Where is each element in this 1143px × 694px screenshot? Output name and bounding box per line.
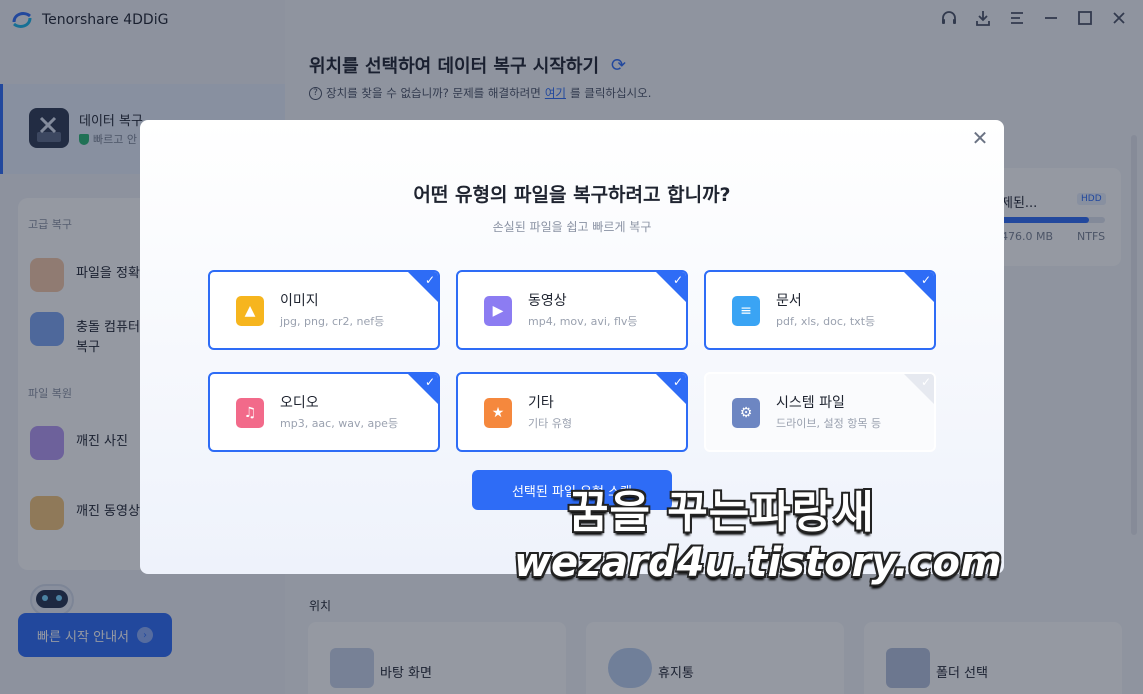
dialog-subtitle: 손실된 파일을 쉽고 빠르게 복구 <box>492 220 652 234</box>
file-type-name: 문서 <box>776 293 802 309</box>
file-type-desc: 기타 유형 <box>528 417 572 430</box>
file-type-desc: mp3, aac, wav, ape등 <box>280 417 399 430</box>
file-type-card-4[interactable]: ✓ ★ 기타기타 유형 <box>456 372 688 452</box>
file-type-name: 기타 <box>528 395 554 411</box>
file-type-desc: jpg, png, cr2, nef등 <box>280 315 385 328</box>
file-type-card-2[interactable]: ✓ ≡ 문서 pdf, xls, doc, txt등 <box>704 270 936 350</box>
watermark-title: 꿈을 꾸는파랑새 <box>568 487 875 538</box>
video-icon: ▶ <box>484 296 512 326</box>
check-icon: ✓ <box>920 375 931 389</box>
dialog-title: 어떤 유형의 파일을 복구하려고 합니까? <box>413 184 731 206</box>
check-icon: ✓ <box>920 273 931 287</box>
check-icon: ✓ <box>424 375 435 389</box>
document-icon: ≡ <box>732 296 760 326</box>
star-icon: ★ <box>484 398 512 428</box>
file-type-name: 시스템 파일 <box>776 395 845 411</box>
file-type-card-0[interactable]: ✓ ▲ 이미지 jpg, png, cr2, nef등 <box>208 270 440 350</box>
file-type-card-3[interactable]: ✓ ♫ 오디오 mp3, aac, wav, ape등 <box>208 372 440 452</box>
file-type-name: 오디오 <box>280 395 319 411</box>
file-type-desc: 드라이브, 설정 항목 등 <box>776 417 882 430</box>
watermark-url: wezard4u.tistory.com <box>514 540 1002 586</box>
check-icon: ✓ <box>424 273 435 287</box>
gear-icon: ⚙ <box>732 398 760 428</box>
image-icon: ▲ <box>236 296 264 326</box>
file-type-card-1[interactable]: ✓ ▶ 동영상 mp4, mov, avi, flv등 <box>456 270 688 350</box>
check-icon: ✓ <box>672 273 683 287</box>
file-type-desc: pdf, xls, doc, txt등 <box>776 315 876 328</box>
file-type-name: 동영상 <box>528 293 567 309</box>
file-type-card-5[interactable]: ✓ ⚙ 시스템 파일드라이브, 설정 항목 등 <box>704 372 936 452</box>
file-type-desc: mp4, mov, avi, flv등 <box>528 315 638 328</box>
file-type-name: 이미지 <box>280 293 319 309</box>
close-icon[interactable]: ✕ <box>968 126 992 150</box>
check-icon: ✓ <box>672 375 683 389</box>
audio-icon: ♫ <box>236 398 264 428</box>
